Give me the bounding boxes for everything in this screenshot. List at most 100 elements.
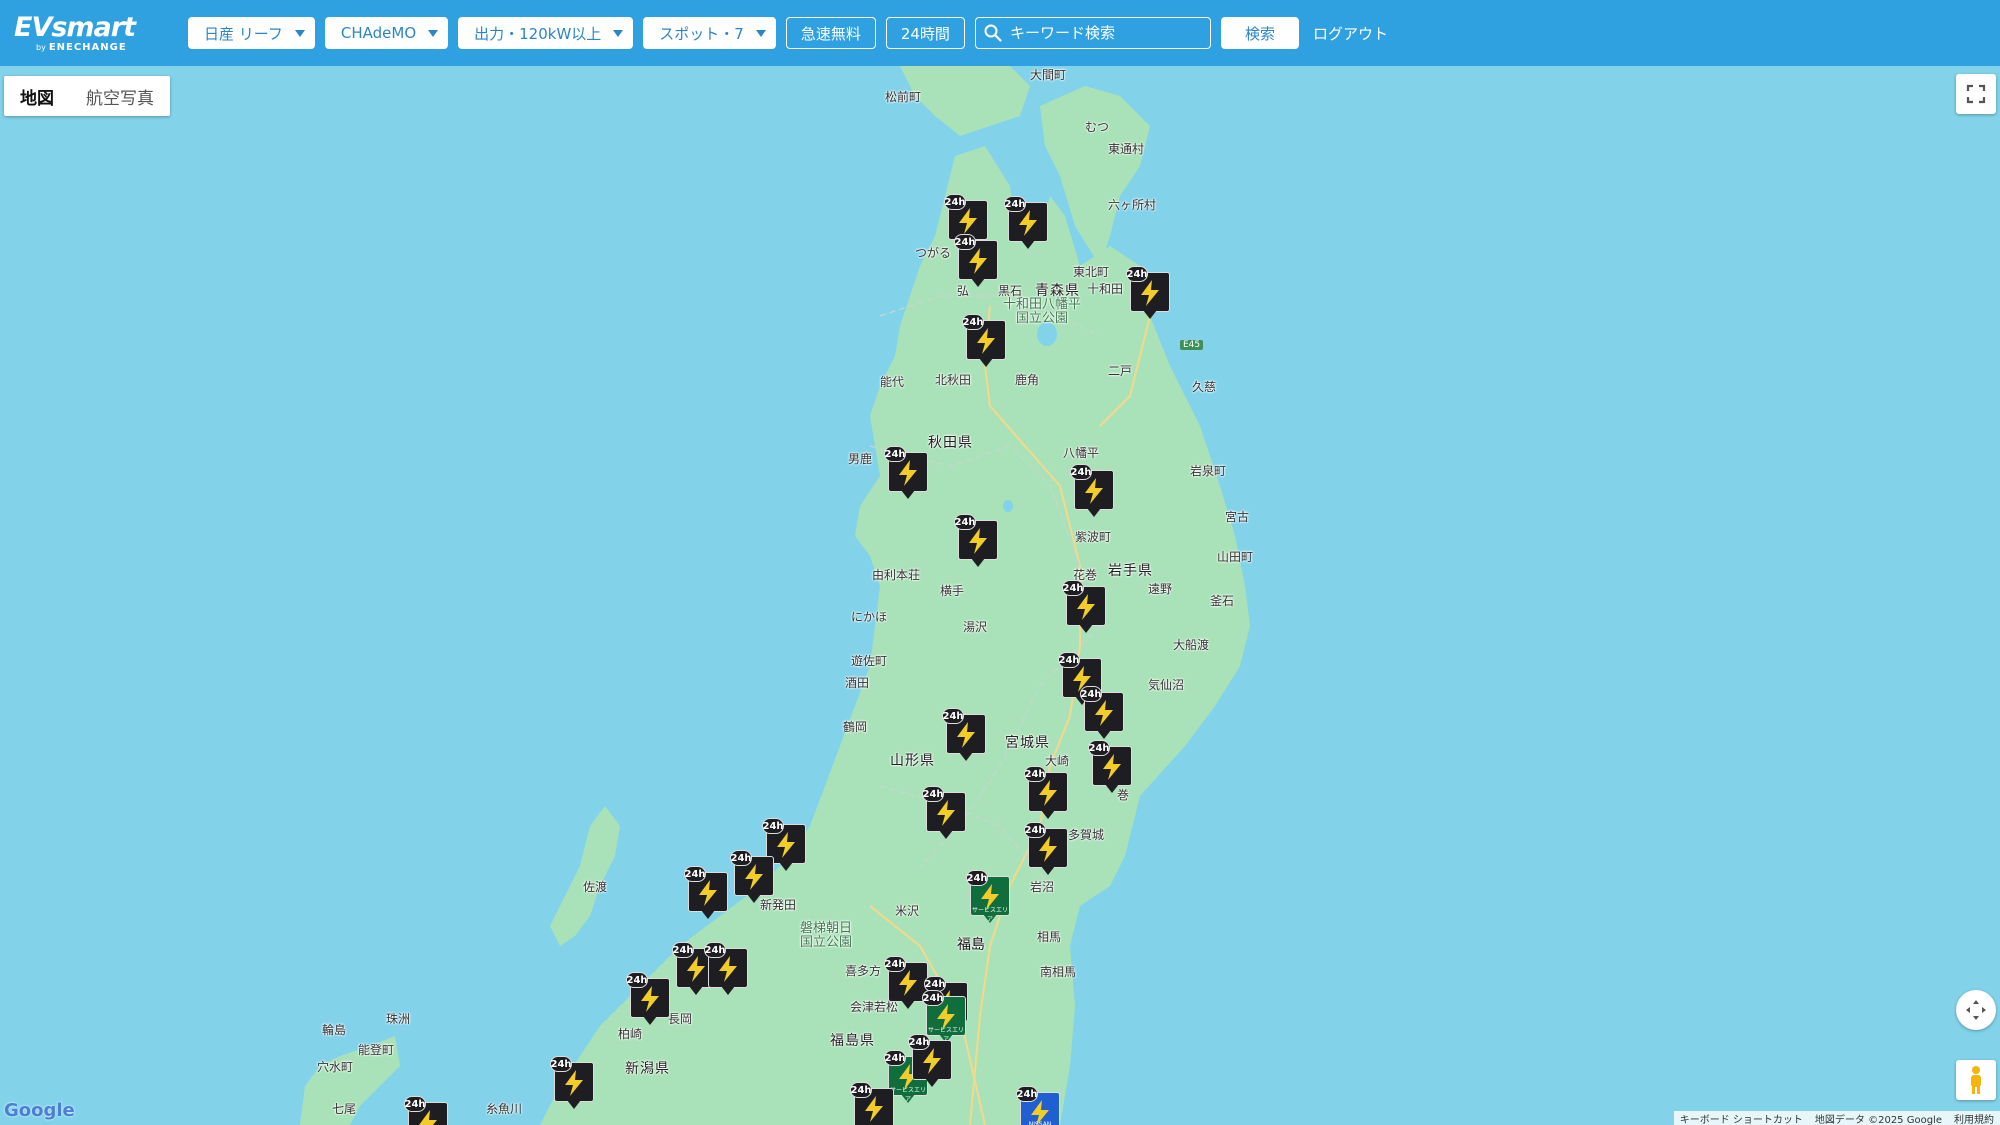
- charger-marker[interactable]: 24h: [954, 234, 1000, 292]
- charger-marker[interactable]: 24h: [1024, 766, 1070, 824]
- 24-hours-toggle[interactable]: 24時間: [885, 17, 965, 49]
- place-label: 米沢: [895, 904, 920, 918]
- charger-marker[interactable]: 24h: [404, 1096, 450, 1125]
- map-type-satellite[interactable]: 航空写真: [70, 76, 170, 116]
- place-label: 岩泉町: [1190, 464, 1227, 478]
- charger-marker[interactable]: 24h: [684, 866, 730, 924]
- charger-marker[interactable]: 24h: [730, 850, 776, 908]
- charger-marker[interactable]: 24h: [962, 314, 1008, 372]
- map-base: [0, 66, 2000, 1125]
- marker-tail: [901, 490, 915, 499]
- connector-dropdown[interactable]: CHAdeMO: [324, 17, 449, 49]
- place-label: 北秋田: [935, 373, 972, 387]
- 24h-badge: 24h: [850, 1082, 872, 1098]
- fullscreen-icon: [1966, 84, 1986, 104]
- 24h-badge: 24h: [1070, 464, 1092, 480]
- marker-tail: [971, 558, 985, 567]
- output-dropdown[interactable]: 出力・120kW以上: [458, 17, 634, 49]
- marker-tail: [701, 910, 715, 919]
- keyboard-shortcuts-link[interactable]: キーボード ショートカット: [1674, 1111, 1809, 1125]
- prefecture-label: 宮城県: [1005, 735, 1050, 751]
- keyword-search-input[interactable]: [1009, 24, 1190, 42]
- 24h-badge: 24h: [966, 870, 988, 886]
- place-label: むつ: [1085, 120, 1110, 134]
- charger-marker[interactable]: 24h: [550, 1056, 596, 1114]
- place-label: 大船渡: [1173, 638, 1210, 652]
- charger-marker[interactable]: 24h: [1004, 196, 1050, 254]
- charger-marker[interactable]: 24h: [704, 942, 750, 1000]
- marker-tail: [1079, 624, 1093, 633]
- terms-link[interactable]: 利用規約: [1948, 1111, 2000, 1125]
- charger-marker[interactable]: 24h: [626, 972, 672, 1030]
- marker-tail: [721, 986, 735, 995]
- caret-down-icon: [428, 29, 439, 37]
- marker-tail: [939, 830, 953, 839]
- charger-marker[interactable]: 24h: [850, 1082, 896, 1125]
- map-type-map[interactable]: 地図: [4, 76, 70, 116]
- park-label: 十和田八幡平 国立公園: [1003, 297, 1082, 326]
- place-label: 相馬: [1037, 930, 1062, 944]
- 24h-badge: 24h: [884, 1050, 906, 1066]
- 24h-badge: 24h: [908, 1034, 930, 1050]
- 24h-badge: 24h: [626, 972, 648, 988]
- camera-control-button[interactable]: [1956, 990, 1996, 1030]
- charger-marker[interactable]: 24h: [1126, 266, 1172, 324]
- map-footer: キーボード ショートカット 地図データ ©2025 Google 利用規約: [1673, 1111, 2000, 1125]
- place-label: 山田町: [1217, 550, 1254, 564]
- charger-marker[interactable]: 24h: [942, 708, 988, 766]
- nissan-charger-marker[interactable]: NISSAN 24h: [1016, 1086, 1062, 1125]
- charger-marker[interactable]: 24h: [908, 1034, 954, 1092]
- logout-link[interactable]: ログアウト: [1313, 23, 1388, 44]
- 24h-badge: 24h: [1080, 686, 1102, 702]
- charger-marker[interactable]: 24h: [1024, 822, 1070, 880]
- place-label: 六ヶ所村: [1108, 198, 1157, 212]
- nissan-label: NISSAN: [1028, 1121, 1052, 1125]
- charger-marker[interactable]: 24h: [1088, 740, 1134, 798]
- fullscreen-button[interactable]: [1956, 74, 1996, 114]
- marker-tail: [567, 1100, 581, 1109]
- 24h-badge: 24h: [922, 786, 944, 802]
- service-area-label: サービスエリア: [971, 907, 1008, 923]
- car-model-dropdown[interactable]: 日産 リーフ: [188, 17, 315, 49]
- prefecture-label: 山形県: [890, 753, 935, 769]
- charger-marker[interactable]: 24h: [1080, 686, 1126, 744]
- street-view-pegman[interactable]: [1956, 1060, 1996, 1100]
- search-button[interactable]: 検索: [1220, 17, 1299, 49]
- 24h-badge: 24h: [954, 234, 976, 250]
- marker-tail: [971, 278, 985, 287]
- place-label: 東通村: [1108, 142, 1145, 156]
- charger-marker[interactable]: 24h: [884, 446, 930, 504]
- 24h-badge: 24h: [404, 1096, 426, 1112]
- marker-tail: [1041, 866, 1055, 875]
- place-label: 湯沢: [963, 620, 988, 634]
- 24h-badge: 24h: [1024, 766, 1046, 782]
- marker-tail: [747, 894, 761, 903]
- place-label: 七尾: [332, 1102, 357, 1116]
- caret-down-icon: [294, 29, 305, 37]
- 24h-badge: 24h: [884, 446, 906, 462]
- place-label: 釜石: [1210, 594, 1235, 608]
- marker-tail: [1097, 730, 1111, 739]
- charger-marker[interactable]: 24h: [954, 514, 1000, 572]
- place-label: 八幡平: [1063, 446, 1100, 460]
- 24h-badge: 24h: [944, 194, 966, 210]
- evsmart-logo[interactable]: EVsmart by ENECHANGE: [14, 14, 164, 53]
- marker-tail: [643, 1016, 657, 1025]
- place-label: 久慈: [1192, 380, 1217, 394]
- charger-marker[interactable]: 24h: [922, 786, 968, 844]
- marker-tail: [959, 752, 973, 761]
- charger-marker[interactable]: 24h: [1070, 464, 1116, 522]
- place-label: 遊佐町: [851, 654, 888, 668]
- charger-marker[interactable]: 24h: [1062, 580, 1108, 638]
- highway-shield: E45: [1180, 340, 1204, 350]
- 24h-badge: 24h: [1088, 740, 1110, 756]
- free-quick-charge-toggle[interactable]: 急速無料: [785, 17, 876, 49]
- 24h-badge: 24h: [684, 866, 706, 882]
- keyword-search-box[interactable]: [974, 17, 1211, 49]
- search-icon: [984, 24, 1002, 42]
- map-canvas[interactable]: 地図 航空写真 大間町 松前町 むつ 東通村 六ヶ所村 つがる 青森県 十和田 …: [0, 66, 2000, 1125]
- move-arrows-icon: [1966, 1000, 1986, 1020]
- service-area-charger-marker[interactable]: サービスエリア 24h: [966, 870, 1012, 928]
- place-label: 岩沼: [1030, 880, 1055, 894]
- spot-dropdown[interactable]: スポット・7: [643, 17, 776, 49]
